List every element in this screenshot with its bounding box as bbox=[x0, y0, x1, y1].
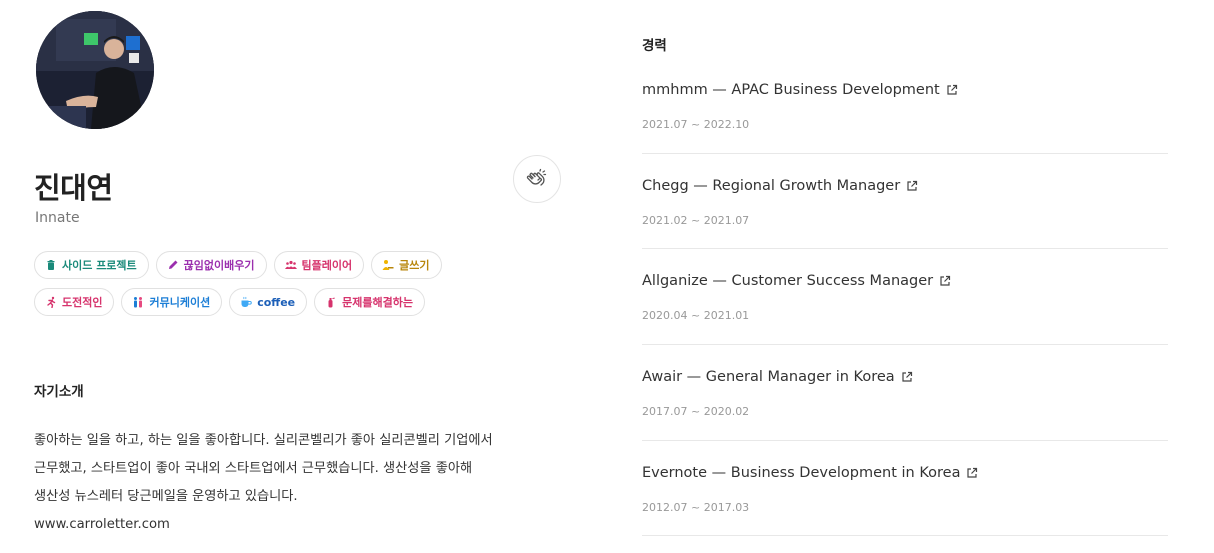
tag-label: coffee bbox=[257, 295, 296, 309]
tag-label: 도전적인 bbox=[62, 296, 103, 309]
career-item: Awair — General Manager in Korea 2017.07… bbox=[642, 345, 1168, 441]
tag-side-project[interactable]: 사이드 프로젝트 bbox=[34, 251, 149, 279]
external-link-icon bbox=[907, 180, 918, 191]
tag-label: 커뮤니케이션 bbox=[149, 296, 211, 309]
tag-list: 사이드 프로젝트 끊임없이배우기 팀플레이어 글쓰기 도전적인 커뮤니케이션 c… bbox=[34, 251, 474, 316]
career-role: Allganize — Customer Success Manager bbox=[642, 273, 934, 290]
tag-label: 끊임없이배우기 bbox=[183, 259, 255, 272]
intro-line: 생산성 뉴스레터 당근메일을 운영하고 있습니다. bbox=[34, 489, 298, 504]
career-role: Chegg — Regional Growth Manager bbox=[642, 177, 901, 194]
tag-team-player[interactable]: 팀플레이어 bbox=[273, 251, 365, 279]
career-role-link[interactable]: Awair — General Manager in Korea bbox=[642, 369, 913, 385]
external-link-icon bbox=[902, 371, 912, 382]
career-role-link[interactable]: Allganize — Customer Success Manager bbox=[642, 273, 951, 289]
career-role-link[interactable]: mmhmm — APAC Business Development bbox=[642, 82, 958, 98]
tag-challenging[interactable]: 도전적인 bbox=[34, 288, 115, 316]
fire-extinguisher-icon bbox=[328, 297, 335, 308]
intro-link[interactable]: www.carroletter.com bbox=[34, 511, 564, 539]
intro-title: 자기소개 bbox=[34, 384, 84, 400]
career-period: 2012.07 ~ 2017.03 bbox=[642, 500, 750, 514]
tag-coffee[interactable]: coffee bbox=[229, 288, 308, 316]
tag-label: 팀플레이어 bbox=[301, 259, 353, 272]
runner-icon bbox=[47, 296, 56, 308]
tag-label: 문제를해결하는 bbox=[342, 296, 413, 309]
external-link-icon bbox=[947, 84, 957, 95]
career-role-link[interactable]: Evernote — Business Development in Korea bbox=[642, 465, 978, 481]
tag-label: 사이드 프로젝트 bbox=[62, 259, 137, 272]
intro-line: 좋아하는 일을 하고, 하는 일을 좋아합니다. 실리콘벨리가 좋아 실리콘벨리… bbox=[34, 433, 493, 448]
external-link-icon bbox=[967, 467, 978, 478]
career-title: 경력 bbox=[642, 38, 667, 54]
career-role: Evernote — Business Development in Korea bbox=[642, 464, 961, 481]
tag-problem-solving[interactable]: 문제를해결하는 bbox=[314, 288, 425, 316]
intro-text: 좋아하는 일을 하고, 하는 일을 좋아합니다. 실리콘벨리가 좋아 실리콘벨리… bbox=[34, 427, 564, 539]
clapping-hands-icon bbox=[526, 168, 547, 186]
pencil-icon bbox=[168, 260, 178, 269]
tag-writing[interactable]: 글쓰기 bbox=[371, 251, 442, 279]
tag-continuous-learning[interactable]: 끊임없이배우기 bbox=[155, 251, 267, 279]
tag-label: 글쓰기 bbox=[399, 259, 430, 272]
career-period: 2017.07 ~ 2020.02 bbox=[642, 405, 750, 419]
career-list: mmhmm — APAC Business Development 2021.0… bbox=[642, 58, 1168, 537]
career-role: mmhmm — APAC Business Development bbox=[642, 82, 940, 98]
profile-panel: 진대연 Innate 사이드 프로젝트 끊임없이배우기 팀플레이어 글쓰기 도전… bbox=[34, 0, 564, 553]
career-period: 2020.04 ~ 2021.01 bbox=[642, 309, 750, 323]
career-item: mmhmm — APAC Business Development 2021.0… bbox=[642, 58, 1168, 154]
profile-subtitle: Innate bbox=[35, 210, 80, 226]
career-period: 2021.02 ~ 2021.07 bbox=[642, 213, 750, 227]
external-link-icon bbox=[940, 276, 951, 286]
people-icon bbox=[134, 297, 143, 308]
coffee-icon bbox=[241, 296, 252, 307]
career-item: Chegg — Regional Growth Manager 2021.02 … bbox=[642, 154, 1168, 250]
wave-button[interactable] bbox=[513, 155, 561, 203]
trash-can-icon bbox=[47, 260, 55, 270]
career-role-link[interactable]: Chegg — Regional Growth Manager bbox=[642, 178, 918, 194]
tag-communication[interactable]: 커뮤니케이션 bbox=[121, 288, 223, 316]
career-panel: 경력 mmhmm — APAC Business Development 202… bbox=[642, 0, 1168, 553]
team-icon bbox=[284, 260, 297, 269]
career-item: Evernote — Business Development in Korea… bbox=[642, 441, 1168, 537]
career-item: Allganize — Customer Success Manager 202… bbox=[642, 249, 1168, 346]
profile-name: 진대연 bbox=[34, 171, 113, 205]
writing-person-icon bbox=[382, 260, 394, 270]
avatar bbox=[36, 11, 154, 129]
intro-line: 근무했고, 스타트업이 좋아 국내외 스타트업에서 근무했습니다. 생산성을 좋… bbox=[34, 461, 473, 476]
career-period: 2021.07 ~ 2022.10 bbox=[642, 118, 750, 131]
career-role: Awair — General Manager in Korea bbox=[642, 369, 895, 386]
